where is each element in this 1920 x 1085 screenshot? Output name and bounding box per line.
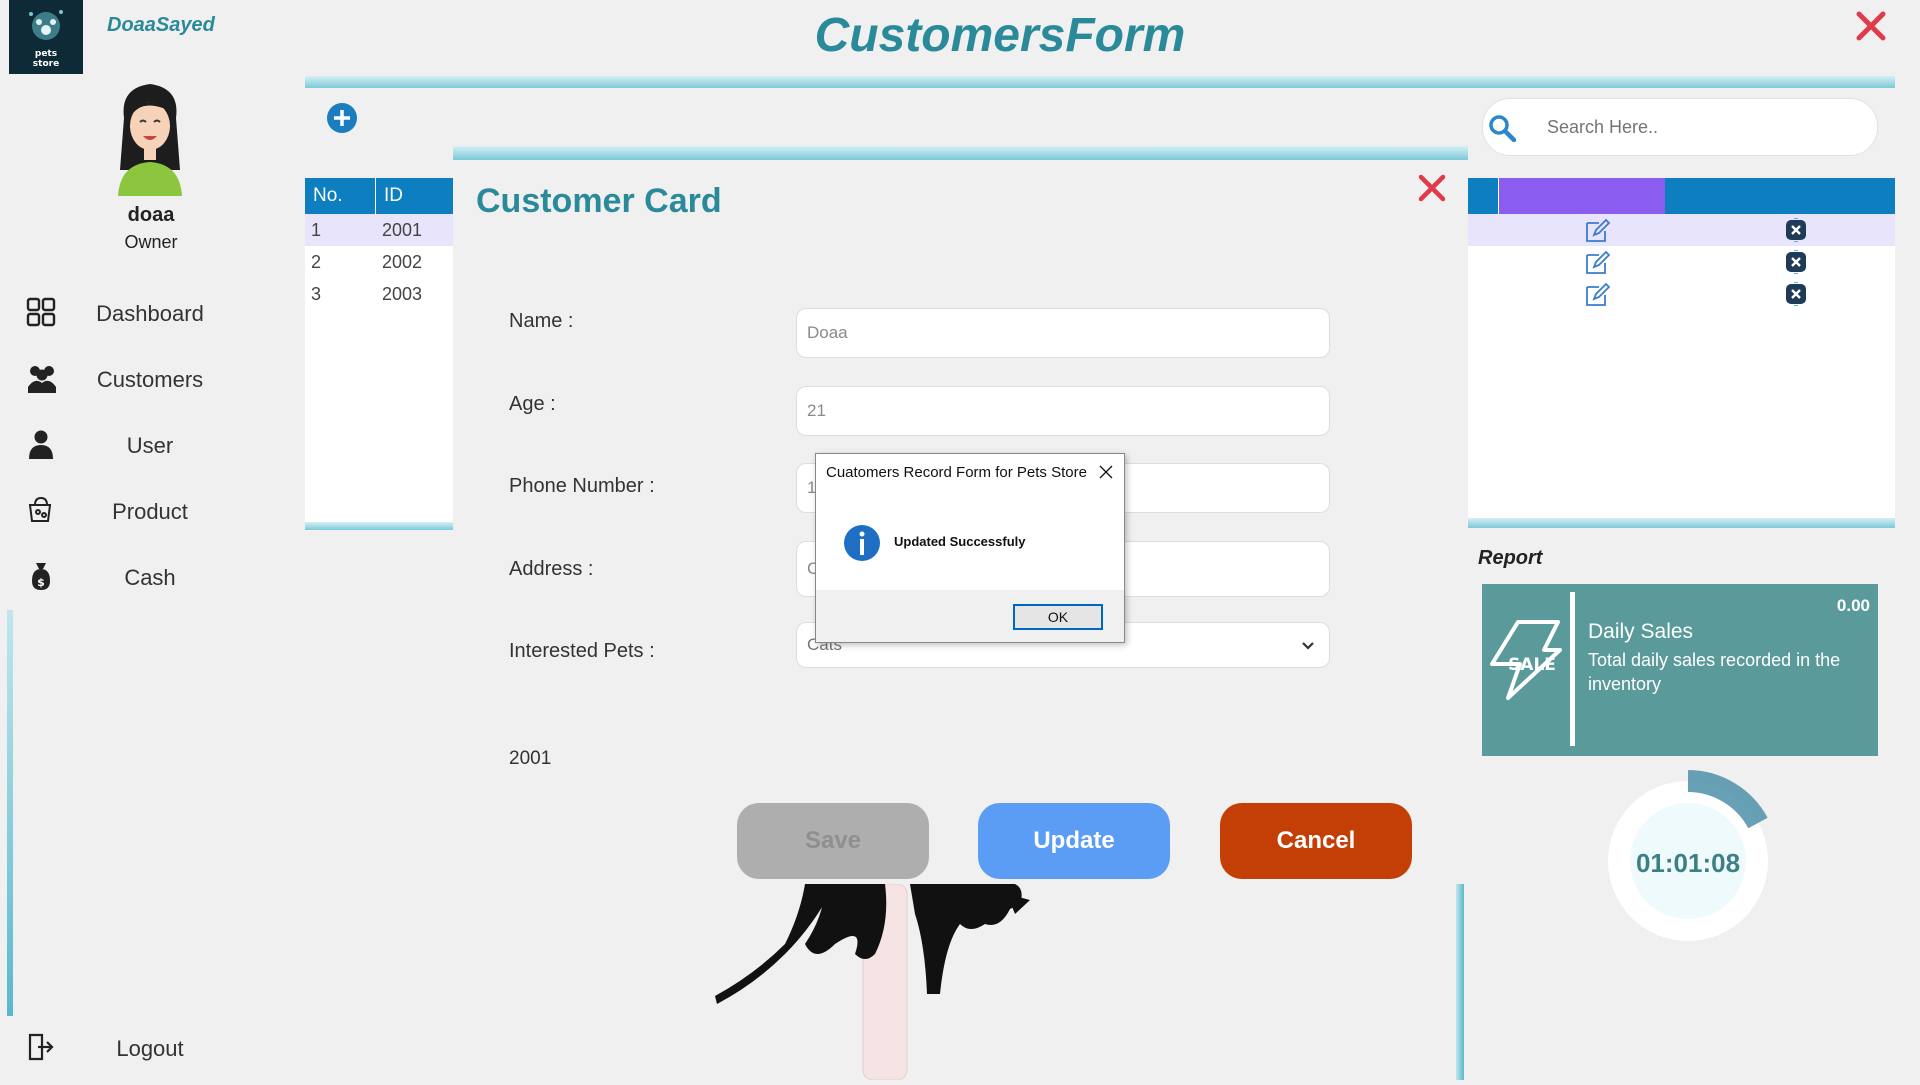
column-header-id[interactable]: ID [376,178,453,214]
address-label: Address : [509,558,594,580]
cell-id: 2001 [382,220,423,240]
table-bottom-strip [305,522,453,530]
header-divider [305,76,1895,88]
nav-customers-label: Customers [96,367,204,392]
close-icon [1418,174,1446,202]
table-row[interactable]: 2 2002 [305,246,453,278]
search-box[interactable] [1482,98,1878,156]
name-field[interactable]: Doaa [796,308,1330,358]
brand-name: DoaaSayed [107,14,215,36]
avatar [110,78,190,196]
column-header[interactable] [1468,178,1498,214]
column-header-delete[interactable] [1665,178,1895,214]
delete-icon [1786,250,1806,274]
plus-circle-icon [327,103,357,133]
logo-text-line1: pets [35,49,57,59]
phone-label: Phone Number : [509,475,655,497]
nav-customers[interactable]: Customers [0,353,300,405]
daily-sales-title: Daily Sales [1588,620,1694,643]
nav-dashboard[interactable]: Dashboard [0,287,300,339]
nav-product-label: Product [112,499,188,524]
logout-icon [26,1032,56,1062]
dialog-message: Updated Successfuly [894,534,1026,549]
card-top-strip [453,146,1468,160]
edit-icon [1586,250,1610,274]
cat-illustration [715,883,1035,1081]
update-button[interactable]: Update [978,803,1170,879]
sale-badge-text: SALE [1508,655,1556,675]
record-id: 2001 [509,748,552,769]
table-row[interactable]: 3 2003 [305,278,453,310]
info-icon [843,524,881,562]
product-icon [26,495,56,525]
logout-button[interactable]: Logout [0,1022,300,1074]
column-header-no[interactable]: No. [305,178,376,214]
ok-button[interactable]: OK [1013,604,1103,630]
delete-icon [1786,218,1806,242]
chevron-down-icon [1302,642,1314,650]
user-name: doaa [127,204,175,226]
user-icon [26,429,56,459]
nav-user-label: User [126,433,174,458]
daily-sales-description: Total daily sales recorded in the invent… [1588,650,1841,694]
dialog-title: Cuatomers Record Form for Pets Store [826,464,1087,481]
close-icon [1856,11,1886,41]
store-logo: pets store [9,0,83,74]
cell-id: 2003 [382,284,423,304]
age-label: Age : [509,393,556,415]
close-window-button[interactable] [1851,6,1891,46]
report-label: Report [1478,547,1543,569]
edit-icon [1586,218,1610,242]
search-input[interactable] [1545,111,1859,143]
sales-divider [1570,592,1575,746]
search-icon [1488,114,1517,143]
logout-label: Logout [116,1036,184,1061]
save-button[interactable]: Save [737,803,929,879]
interested-pets-label: Interested Pets : [509,640,655,662]
cell-no: 2 [311,252,322,272]
close-icon [1099,465,1113,479]
timer-display: 01:01:08 [1635,848,1741,878]
nav-dashboard-label: Dashboard [96,301,204,326]
table-row[interactable] [1468,278,1895,310]
sale-icon: SALE [1488,620,1562,700]
dashboard-grid-icon [26,297,56,327]
customers-table-actions [1468,178,1895,518]
table-row[interactable] [1468,214,1895,246]
card-title: Customer Card [476,182,722,220]
table-bottom-strip [1468,518,1895,528]
money-bag-icon: $ [26,561,56,591]
customers-table: No. ID 1 2001 2 2002 3 2003 [305,178,453,530]
nav-user[interactable]: User [0,419,300,471]
cancel-button[interactable]: Cancel [1220,803,1412,879]
nav-cash[interactable]: $ Cash [0,551,300,603]
daily-sales-amount: 0.00 [1836,596,1870,615]
page-title: CustomersForm [814,9,1186,62]
message-dialog: Cuatomers Record Form for Pets Store Upd… [815,453,1125,643]
column-header-edit[interactable] [1498,178,1666,214]
name-label: Name : [509,310,574,332]
cell-id: 2002 [382,252,423,272]
customers-icon [26,363,56,393]
table-row[interactable]: 1 2001 [305,214,453,246]
age-field[interactable]: 21 [796,386,1330,436]
nav-cash-label: Cash [124,565,176,590]
card-right-strip [1456,884,1464,1080]
sidebar-accent-strip [7,610,13,1016]
edit-icon [1586,282,1610,306]
logo-text-line2: store [33,59,59,69]
cell-no: 1 [311,220,322,240]
user-role: Owner [124,232,178,252]
add-customer-button[interactable] [326,102,358,134]
delete-icon [1786,282,1806,306]
nav-product[interactable]: Product [0,485,300,537]
close-card-button[interactable] [1414,170,1450,206]
dialog-close-button[interactable] [1098,464,1114,480]
svg-text:$: $ [37,576,45,589]
table-row[interactable] [1468,246,1895,278]
cell-no: 3 [311,284,322,304]
